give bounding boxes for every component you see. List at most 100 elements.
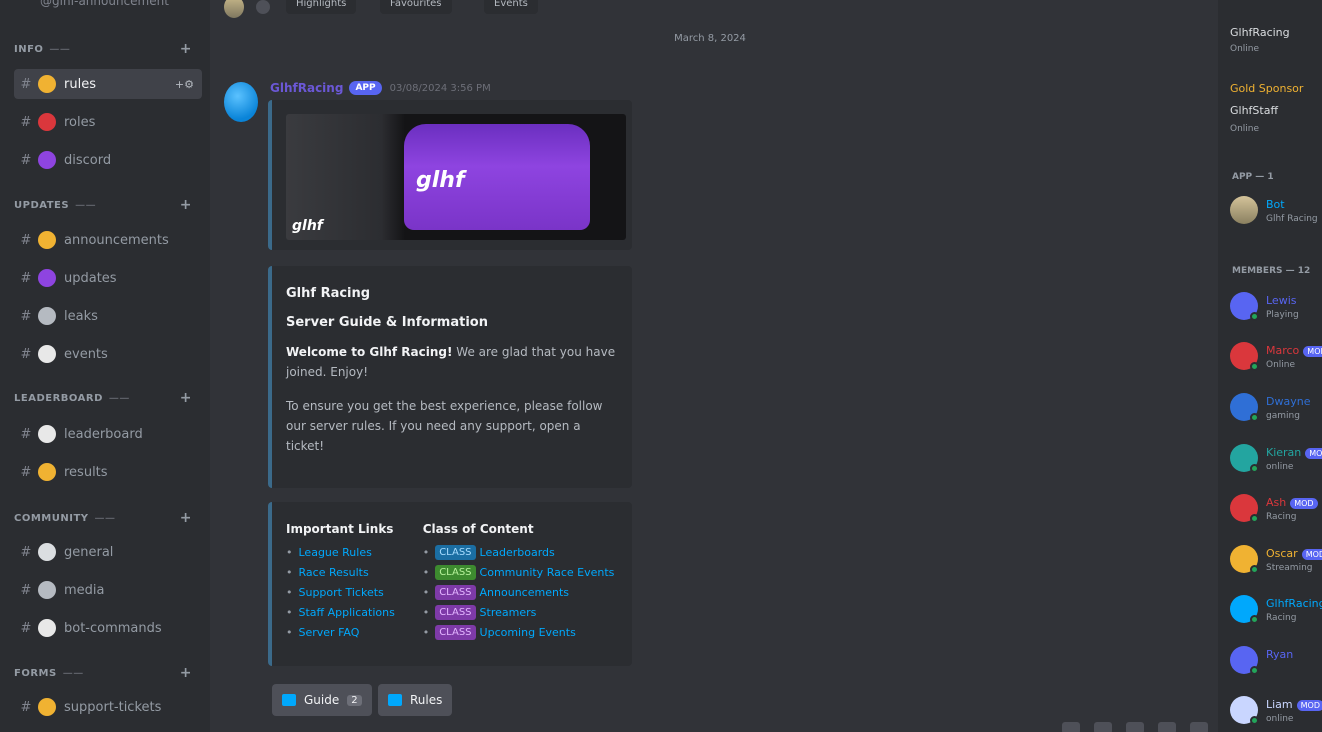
channel-roles[interactable]: # roles [14, 107, 202, 137]
channel-support-tickets[interactable]: # support-tickets [14, 692, 202, 722]
text-channel-icon: # [20, 114, 32, 130]
member-name[interactable]: GlhfRacing [1230, 26, 1290, 39]
member-item[interactable]: Oscar MOD Streaming [1230, 545, 1322, 585]
gif-icon[interactable] [1094, 722, 1112, 732]
member-item[interactable]: Bot Glhf Racing [1230, 196, 1322, 236]
tab-favourites[interactable]: Favourites [380, 0, 452, 14]
channel-rules[interactable]: # rules +⚙ [14, 69, 202, 99]
member-name-text: Dwayne [1266, 395, 1311, 408]
channel-general[interactable]: # general [14, 537, 202, 567]
member-item[interactable]: Lewis Playing [1230, 292, 1322, 332]
online-status-icon [1250, 413, 1259, 422]
member-item[interactable]: MarcoMOD Online [1230, 342, 1322, 382]
embed-info: Glhf Racing Server Guide & Information W… [268, 266, 632, 488]
member-list: GlhfRacing Online Gold Sponsor GlhfStaff… [1218, 0, 1322, 732]
member-name[interactable]: GlhfStaff [1230, 104, 1278, 117]
category-info[interactable]: INFO —— + [14, 41, 200, 60]
channel-emoji-icon [38, 231, 56, 249]
category-leaderboard[interactable]: LEADERBOARD —— + [14, 390, 200, 409]
add-channel-icon[interactable]: + [180, 510, 192, 526]
button-label: Guide [304, 693, 340, 707]
member-name: Lewis [1266, 294, 1297, 307]
gift-icon[interactable] [1062, 722, 1080, 732]
message-header: GlhfRacing APP 03/08/2024 3:56 PM [270, 80, 491, 96]
member-status: Glhf Racing [1266, 214, 1318, 224]
member-item[interactable]: KieranMOD online [1230, 444, 1322, 484]
channel-leaks[interactable]: # leaks [14, 301, 202, 331]
bot-tag-badge: APP [349, 81, 382, 95]
button-count: 2 [347, 694, 362, 706]
car-logo-text: glhf [416, 168, 465, 193]
channel-sidebar: @glhf-announcement INFO —— + # rules +⚙ # … [0, 0, 210, 732]
class-chip: CLASS [435, 564, 476, 580]
add-channel-icon[interactable]: + [180, 197, 192, 213]
member-name: Bot [1266, 198, 1285, 211]
bullet-icon: • [286, 585, 293, 599]
important-links-heading: Important Links [286, 522, 394, 536]
category-dots: —— [94, 513, 116, 524]
message-author[interactable]: GlhfRacing [270, 81, 343, 95]
content-class-item[interactable]: • CLASS Announcements [423, 582, 618, 602]
category-label: INFO [14, 44, 44, 55]
text-channel-icon: # [20, 308, 32, 324]
avatar[interactable] [224, 82, 258, 122]
member-name-text: Ash [1266, 496, 1287, 509]
link-label: Race Results [298, 565, 369, 579]
link-item[interactable]: • Staff Applications [286, 602, 423, 622]
channel-media[interactable]: # media [14, 575, 202, 605]
content-class-item[interactable]: • CLASS Leaderboards [423, 542, 618, 562]
content-class-item[interactable]: • CLASS Streamers [423, 602, 618, 622]
bullet-icon: • [422, 585, 430, 599]
embed-paragraph-rules: To ensure you get the best experience, p… [286, 399, 603, 453]
add-channel-icon[interactable]: + [180, 390, 192, 406]
link-item[interactable]: • Support Tickets [286, 582, 423, 602]
channel-events[interactable]: # events [14, 339, 202, 369]
category-label: UPDATES [14, 200, 70, 211]
channel-actions[interactable]: +⚙ [175, 78, 194, 91]
member-role-name[interactable]: Gold Sponsor [1230, 82, 1303, 95]
class-label: Upcoming Events [479, 625, 576, 639]
embed-banner: glhf glhf [268, 100, 632, 250]
arrow-icon[interactable] [256, 0, 270, 14]
bullet-icon: • [286, 565, 293, 579]
channel-leaderboard[interactable]: # leaderboard [14, 419, 202, 449]
link-item[interactable]: • Server FAQ [286, 622, 423, 642]
member-name-text: GlhfRacing [1266, 597, 1322, 610]
add-channel-icon[interactable]: + [180, 665, 192, 681]
class-label: Streamers [479, 605, 537, 619]
apps-icon[interactable] [1190, 722, 1208, 732]
channel-label: leaderboard [64, 426, 143, 442]
channel-label: roles [64, 114, 96, 130]
banner-image[interactable]: glhf glhf [286, 114, 626, 240]
link-item[interactable]: • League Rules [286, 542, 423, 562]
channel-emoji-icon [38, 425, 56, 443]
channel-results[interactable]: # results [14, 457, 202, 487]
channel-updates[interactable]: # updates [14, 263, 202, 293]
channel-bot-commands[interactable]: # bot-commands [14, 613, 202, 643]
server-avatar-icon[interactable] [224, 0, 244, 18]
category-forms[interactable]: FORMS —— + [14, 665, 200, 684]
tab-events[interactable]: Events [484, 0, 538, 14]
online-status-icon [1250, 362, 1259, 371]
category-updates[interactable]: UPDATES —— + [14, 197, 200, 216]
link-item[interactable]: • Race Results [286, 562, 423, 582]
sticker-icon[interactable] [1126, 722, 1144, 732]
emoji-icon[interactable] [1158, 722, 1176, 732]
member-item[interactable]: Liam MOD online [1230, 696, 1322, 732]
member-tag-badge: MOD [1290, 498, 1318, 509]
category-community[interactable]: COMMUNITY —— + [14, 510, 200, 529]
member-name: Ash MOD [1266, 496, 1318, 509]
rules-button[interactable]: Rules [378, 684, 453, 716]
channel-announcements[interactable]: # announcements [14, 225, 202, 255]
member-item[interactable]: Dwayne gaming [1230, 393, 1322, 433]
add-channel-icon[interactable]: + [180, 41, 192, 57]
guide-button[interactable]: Guide 2 [272, 684, 372, 716]
member-item[interactable]: Ryan [1230, 646, 1322, 686]
member-item[interactable]: GlhfRacing Racing [1230, 595, 1322, 635]
content-class-item[interactable]: • CLASS Community Race Events [423, 562, 618, 582]
channel-top-partial[interactable]: @glhf-announcement [14, 0, 200, 12]
member-item[interactable]: Ash MOD Racing [1230, 494, 1322, 534]
channel-discord[interactable]: # discord [14, 145, 202, 175]
tab-highlights[interactable]: Highlights [286, 0, 357, 14]
content-class-item[interactable]: • CLASS Upcoming Events [423, 622, 618, 642]
